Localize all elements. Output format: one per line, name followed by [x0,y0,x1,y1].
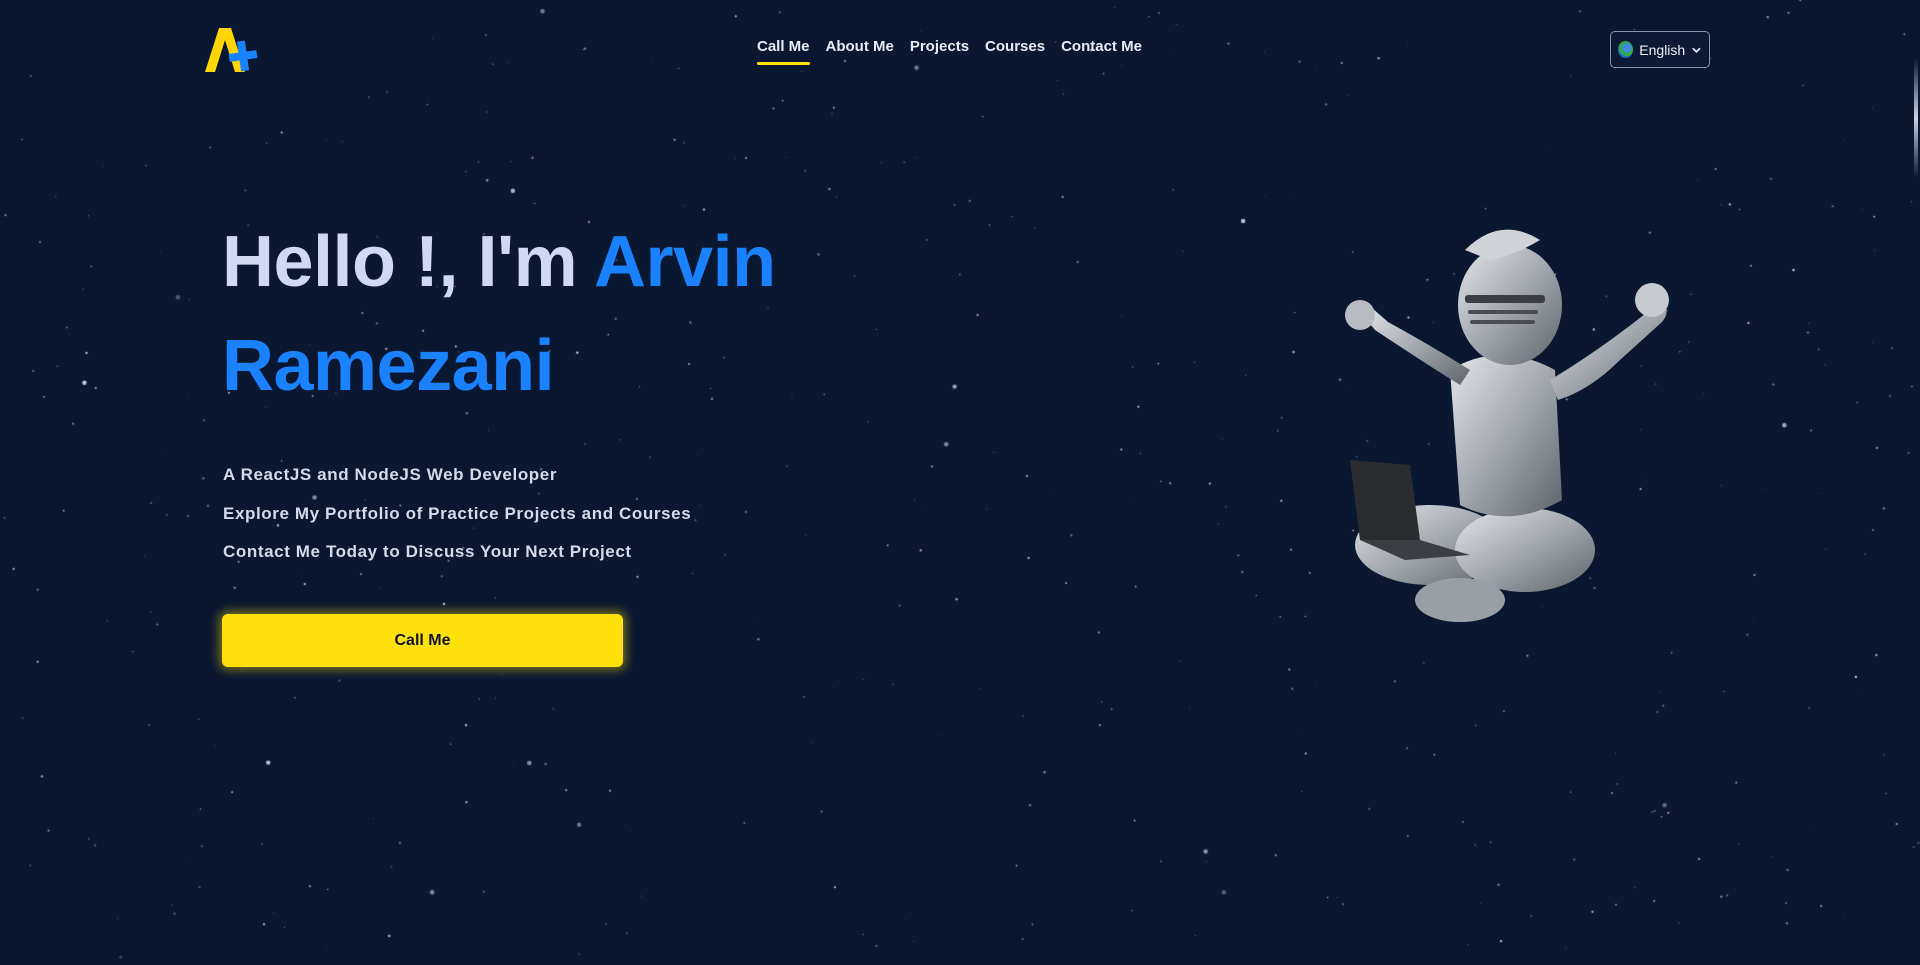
nav-projects[interactable]: Projects [910,38,969,63]
hero-name-last: Ramezani [222,326,555,406]
language-select[interactable]: English [1610,31,1710,68]
hero-greeting: Hello !, I'm [222,222,578,302]
chevron-down-icon [1692,47,1701,53]
nav-call-me[interactable]: Call Me [757,38,810,65]
tagline-line-1: A ReactJS and NodeJS Web Developer [223,465,558,484]
nav-about-me[interactable]: About Me [826,38,894,63]
tagline-line-2: Explore My Portfolio of Practice Project… [223,504,692,523]
scrollbar[interactable] [1912,0,1920,965]
logo[interactable] [205,26,259,74]
language-selected: English [1639,41,1686,58]
hero-name-first: Arvin [594,222,776,302]
main-nav: Call Me About Me Projects Courses Contac… [757,38,1142,65]
call-me-button[interactable]: Call Me [222,614,623,667]
globe-icon [1618,41,1634,58]
nav-courses[interactable]: Courses [985,38,1045,63]
scrollbar-thumb[interactable] [1914,58,1918,178]
knight-with-laptop-illustration [1345,229,1669,622]
tagline-line-3: Contact Me Today to Discuss Your Next Pr… [223,542,632,561]
hero-title: Hello !, I'm Arvin Ramezani [222,210,862,418]
nav-contact-me[interactable]: Contact Me [1061,38,1142,63]
